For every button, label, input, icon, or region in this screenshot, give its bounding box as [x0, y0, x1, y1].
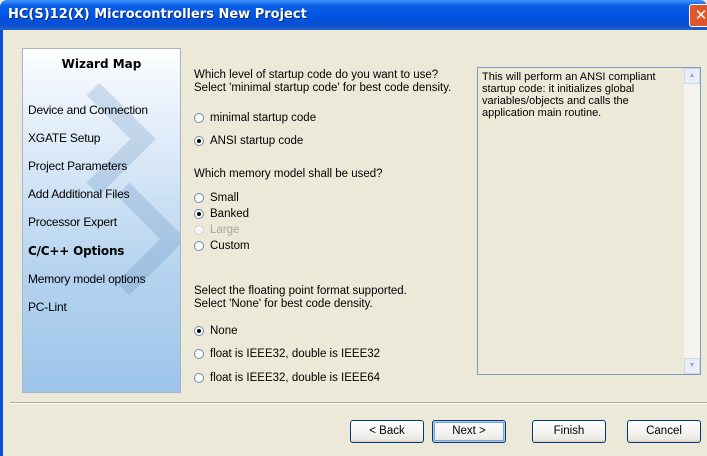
scroll-up-icon[interactable]: ▲: [684, 68, 700, 84]
description-scrollbar[interactable]: ▲ ▼: [684, 68, 700, 374]
radio-minimal-startup[interactable]: minimal startup code: [194, 110, 316, 126]
radio-memory-custom[interactable]: Custom: [194, 238, 250, 254]
radio-label: Large: [210, 224, 240, 236]
title-bar: HC(S)12(X) Microcontrollers New Project …: [0, 0, 707, 30]
wizard-step-xgate-setup[interactable]: XGATE Setup: [28, 131, 100, 145]
wizard-step-cpp-options[interactable]: C/C++ Options: [28, 244, 124, 258]
startup-question-line1: Which level of startup code do you want …: [194, 69, 439, 81]
radio-button-checked-icon[interactable]: [194, 209, 204, 219]
startup-question-line2: Select 'minimal startup code' for best c…: [194, 82, 452, 94]
wizard-step-project-parameters[interactable]: Project Parameters: [28, 159, 127, 173]
floating-point-question-line1: Select the floating point format support…: [194, 285, 407, 297]
radio-label: minimal startup code: [210, 112, 317, 124]
radio-button-icon[interactable]: [194, 373, 204, 383]
radio-button-checked-icon[interactable]: [194, 326, 204, 336]
radio-label: Custom: [210, 240, 250, 252]
scroll-down-icon[interactable]: ▼: [684, 358, 700, 374]
window-frame-left: [0, 30, 3, 456]
radio-memory-banked[interactable]: Banked: [194, 206, 249, 222]
radio-float-ieee32-double-ieee32[interactable]: float is IEEE32, double is IEEE32: [194, 346, 380, 362]
cancel-button[interactable]: Cancel: [627, 420, 701, 443]
radio-button-icon[interactable]: [194, 241, 204, 251]
radio-label: Small: [210, 192, 239, 204]
radio-button-checked-icon[interactable]: [194, 136, 204, 146]
back-button[interactable]: < Back: [350, 420, 424, 443]
description-box: This will perform an ANSI compliant star…: [477, 67, 701, 375]
radio-button-icon[interactable]: [194, 113, 204, 123]
floating-point-question-line2: Select 'None' for best code density.: [194, 298, 373, 310]
radio-button-disabled-icon: [194, 225, 204, 235]
finish-button[interactable]: Finish: [532, 420, 606, 443]
radio-label: float is IEEE32, double is IEEE32: [210, 348, 381, 360]
radio-label: ANSI startup code: [210, 135, 304, 147]
radio-float-ieee32-double-ieee64[interactable]: float is IEEE32, double is IEEE64: [194, 370, 380, 386]
memory-model-question: Which memory model shall be used?: [194, 168, 383, 180]
radio-float-none[interactable]: None: [194, 323, 238, 339]
radio-button-icon[interactable]: [194, 349, 204, 359]
radio-memory-large: Large: [194, 222, 239, 238]
wizard-step-memory-model-options[interactable]: Memory model options: [28, 272, 146, 286]
window-title: HC(S)12(X) Microcontrollers New Project: [8, 7, 307, 22]
wizard-map-panel: Wizard Map Device and Connection XGATE S…: [22, 48, 181, 393]
wizard-step-add-additional-files[interactable]: Add Additional Files: [28, 187, 130, 201]
radio-memory-small[interactable]: Small: [194, 190, 239, 206]
radio-ansi-startup[interactable]: ANSI startup code: [194, 133, 303, 149]
radio-label: float is IEEE32, double is IEEE64: [210, 372, 381, 384]
footer-divider: [10, 402, 707, 404]
radio-label: Banked: [210, 208, 250, 220]
next-button[interactable]: Next >: [432, 420, 506, 443]
close-button[interactable]: ✕: [689, 4, 707, 27]
wizard-step-pc-lint[interactable]: PC-Lint: [28, 300, 67, 314]
wizard-step-device-and-connection[interactable]: Device and Connection: [28, 103, 148, 117]
radio-button-icon[interactable]: [194, 193, 204, 203]
wizard-map-heading: Wizard Map: [61, 57, 142, 71]
description-text: This will perform an ANSI compliant star…: [482, 71, 656, 119]
radio-label: None: [210, 325, 238, 337]
wizard-step-processor-expert[interactable]: Processor Expert: [28, 215, 117, 229]
